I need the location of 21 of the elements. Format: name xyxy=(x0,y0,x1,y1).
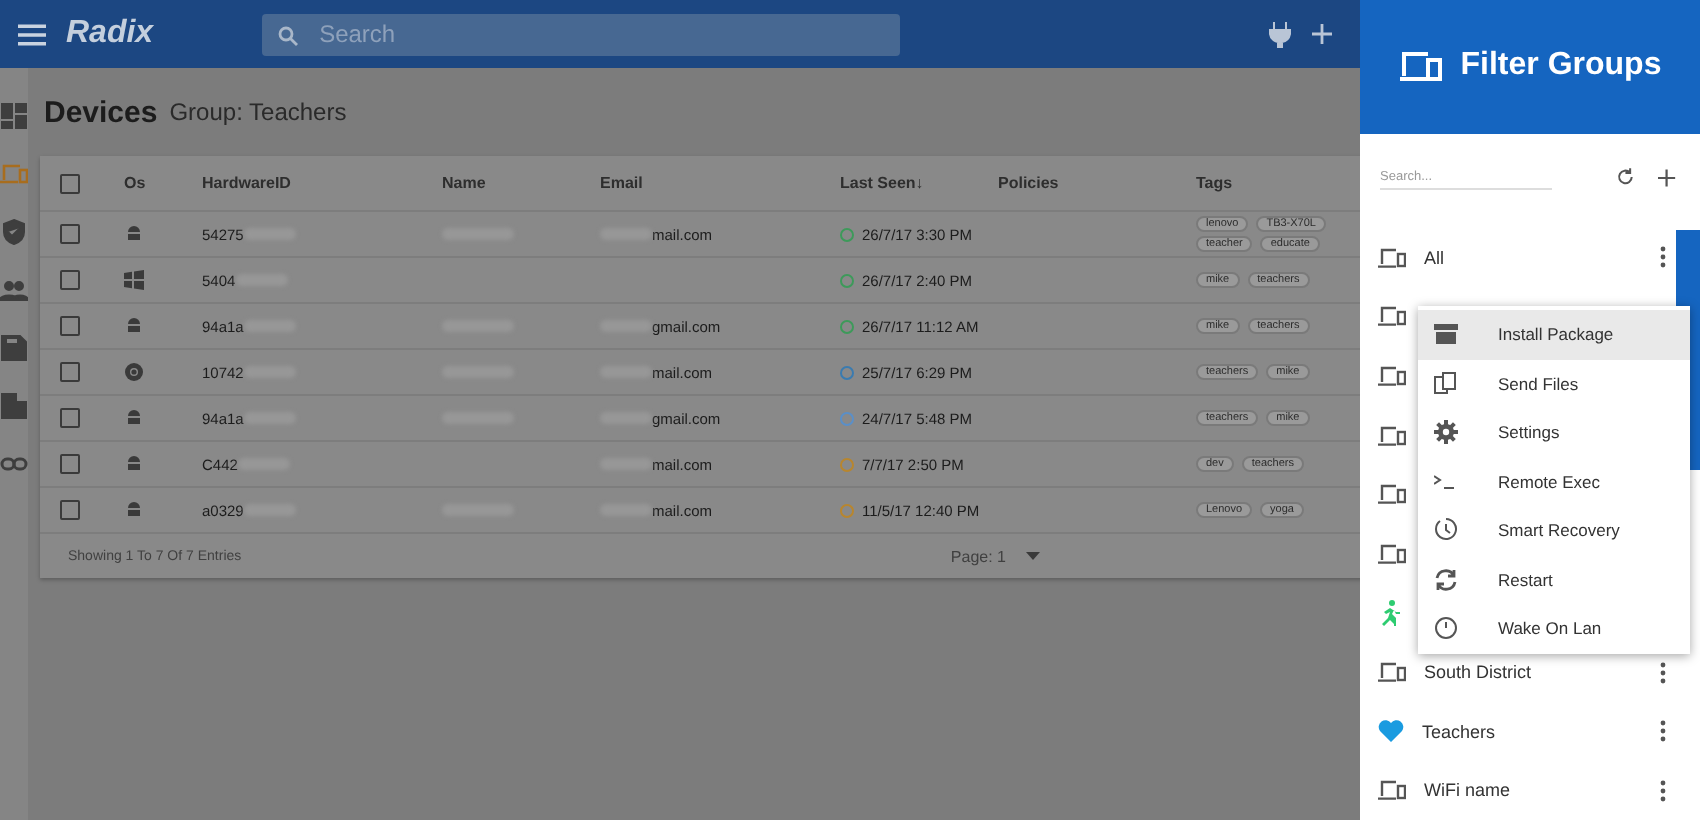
menu-label: Settings xyxy=(1498,422,1560,443)
menu-label: Send Files xyxy=(1498,373,1579,394)
column-header: Name xyxy=(442,174,486,192)
logo: Radix xyxy=(66,16,154,52)
column-header: Email xyxy=(600,174,643,192)
group-name: Teachers xyxy=(1422,721,1496,742)
column-header: Os xyxy=(124,174,146,192)
menu-label: Smart Recovery xyxy=(1498,520,1620,541)
group-subtitle: Group: Teachers xyxy=(169,98,347,126)
column-header: Policies xyxy=(998,174,1059,192)
menu-label: Remote Exec xyxy=(1498,471,1601,492)
column-header: HardwareID xyxy=(202,174,291,192)
menu-label: Wake On Lan xyxy=(1498,618,1602,639)
group-name: South District xyxy=(1424,662,1532,683)
menu-label: Restart xyxy=(1498,569,1553,590)
menu-label: Install Package xyxy=(1498,324,1614,345)
panel-title: Filter Groups xyxy=(1460,48,1662,85)
column-header: Tags xyxy=(1196,174,1233,192)
page-title: Devices xyxy=(44,95,158,129)
group-name: All xyxy=(1424,247,1445,268)
group-name: WiFi name xyxy=(1424,780,1511,801)
